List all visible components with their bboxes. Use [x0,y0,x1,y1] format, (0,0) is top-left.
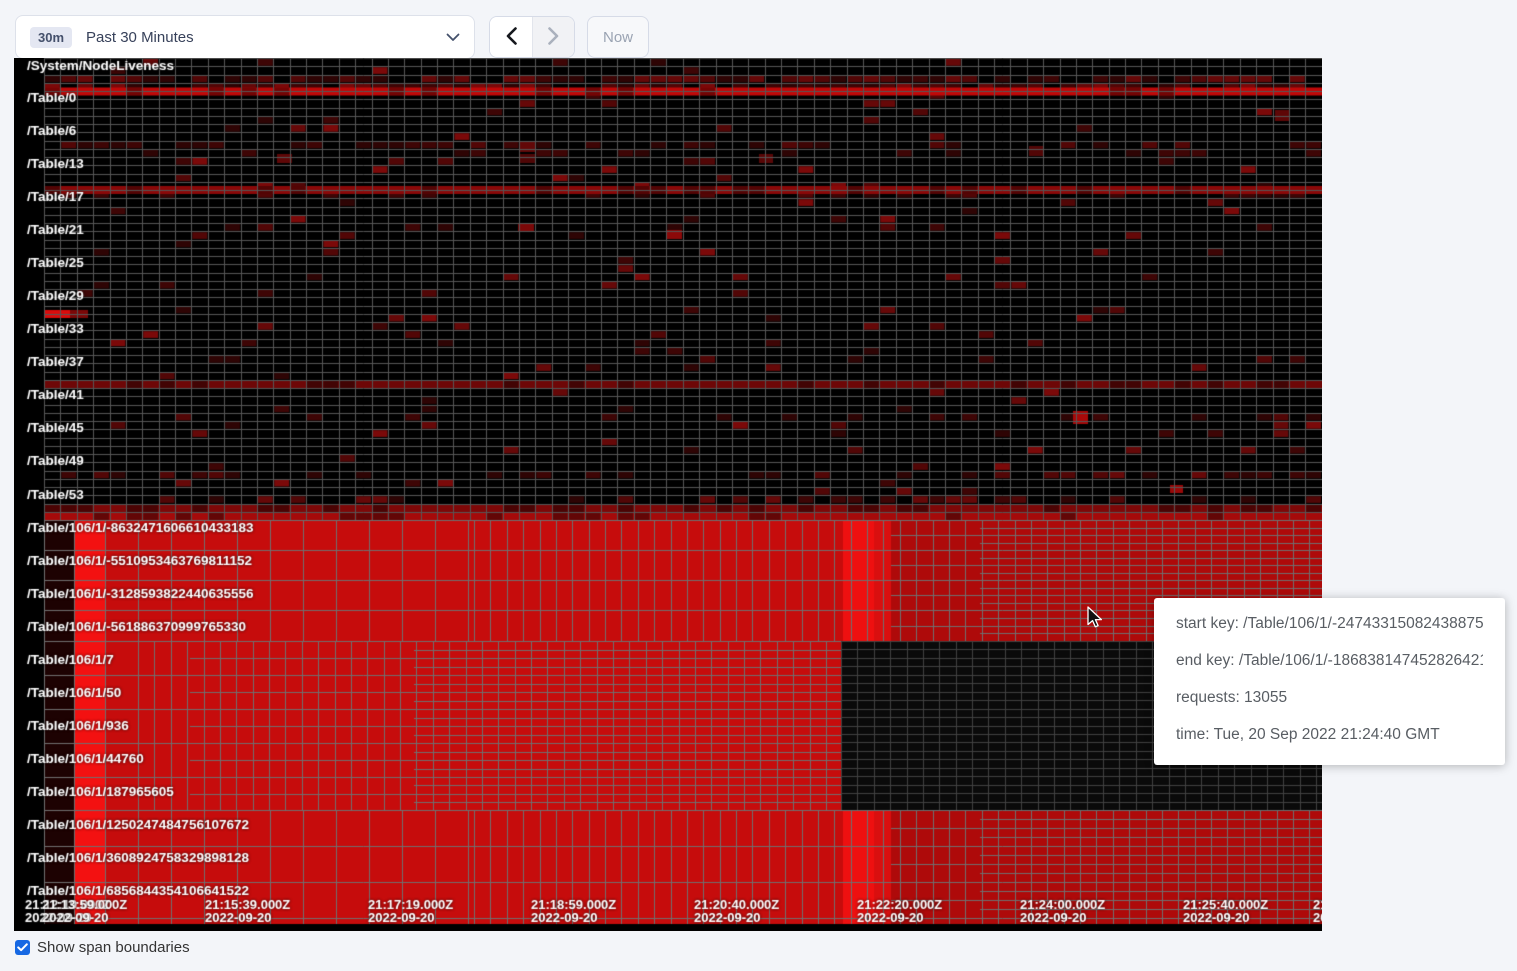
show-span-boundaries-label: Show span boundaries [37,939,190,956]
time-range-dropdown[interactable]: 30m Past 30 Minutes [15,15,475,59]
toolbar: 30m Past 30 Minutes Now [15,15,649,59]
tooltip-end-key: end key: /Table/106/1/-18683814745282642… [1176,650,1483,671]
tooltip-time: time: Tue, 20 Sep 2022 21:24:40 GMT [1176,724,1483,745]
show-span-boundaries-toggle[interactable]: Show span boundaries [15,939,190,956]
key-visualizer-heatmap[interactable] [14,58,1322,931]
show-span-boundaries-checkbox[interactable] [15,940,30,955]
key-visualizer-page: { "header": { "range_badge": "30m", "ran… [0,0,1517,971]
chevron-left-icon [506,27,517,48]
next-time-button[interactable] [532,17,574,57]
prev-time-button[interactable] [490,17,532,57]
time-range-label: Past 30 Minutes [86,29,194,46]
time-range-badge: 30m [30,27,72,48]
now-button[interactable]: Now [587,16,649,58]
chevron-down-icon [446,33,460,42]
time-nav-group [489,16,575,58]
tooltip-start-key: start key: /Table/106/1/-247433150824388… [1176,613,1483,634]
chevron-right-icon [548,27,559,48]
cell-tooltip: start key: /Table/106/1/-247433150824388… [1154,598,1505,765]
tooltip-requests: requests: 13055 [1176,687,1483,708]
check-icon [17,943,28,952]
